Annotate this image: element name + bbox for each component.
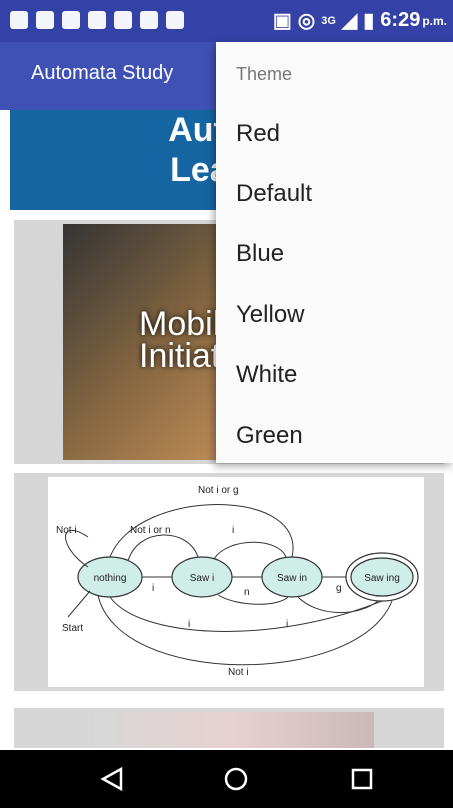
edge-bottom-n-arc (217, 594, 289, 605)
chat-icon (10, 11, 28, 29)
hotspot-icon: ◎ (297, 10, 316, 32)
state-label-saw-in: Saw in (277, 573, 307, 584)
card-automaton-diagram[interactable]: nothing Saw i Saw in Saw ing Not i or g … (14, 473, 444, 691)
edge-label-i-lower: i (188, 619, 190, 630)
edge-label-n: n (244, 587, 250, 598)
edge-label-not-i-bottom: Not i (228, 667, 249, 678)
app-title: Automata Study (31, 62, 174, 84)
back-icon[interactable] (97, 764, 127, 794)
clock-ampm: p.m. (422, 13, 447, 28)
whatsapp-icon (88, 11, 106, 29)
status-bar: ▣ ◎ 3G ◢ ▮ 6:29 p.m. (0, 0, 453, 42)
theme-menu: Theme Red Default Blue Yellow White Gree… (216, 42, 453, 463)
menu-item-blue[interactable]: Blue (236, 240, 284, 268)
edge-label-i-mid: i (152, 583, 154, 594)
mail-icon (166, 11, 184, 29)
signal-icon: ◢ (341, 10, 358, 32)
menu-item-default[interactable]: Default (236, 180, 312, 208)
card-third-image (94, 712, 374, 748)
menu-item-white[interactable]: White (236, 361, 297, 389)
alert-icon (36, 11, 54, 29)
edge-i-arc (213, 541, 287, 560)
emoji-icon (62, 11, 80, 29)
navigation-bar (0, 750, 453, 808)
automaton-diagram: nothing Saw i Saw in Saw ing Not i or g … (48, 477, 424, 687)
edge-label-start: Start (62, 623, 83, 634)
menu-item-red[interactable]: Red (236, 120, 280, 148)
network-type: 3G (321, 14, 336, 27)
state-label-saw-ing: Saw ing (364, 573, 400, 584)
edge-label-not-i-or-n: Not i or n (130, 525, 171, 536)
broom-icon (114, 11, 132, 29)
recents-icon[interactable] (347, 764, 377, 794)
edge-label-not-i-left: Not i (56, 525, 77, 536)
state-label-saw-i: Saw i (190, 573, 214, 584)
edge-label-i-right: i (286, 619, 288, 630)
edge-label-i-top: i (232, 525, 234, 536)
menu-item-yellow[interactable]: Yellow (236, 301, 305, 329)
clock-time: 6:29 (380, 9, 421, 31)
edge-bottom-g-arc (297, 596, 379, 613)
edge-label-not-i-or-g: Not i or g (198, 485, 239, 496)
edge-mid-arc (127, 534, 199, 562)
battery-icon: ▮ (363, 10, 375, 32)
home-icon[interactable] (221, 764, 251, 794)
card-third[interactable] (14, 708, 444, 748)
edge-label-g: g (336, 583, 342, 594)
theme-menu-header: Theme (236, 64, 293, 84)
menu-item-green[interactable]: Green (236, 422, 303, 450)
cast-icon: ▣ (272, 10, 292, 32)
state-label-nothing: nothing (94, 573, 127, 584)
notification-icons (10, 11, 184, 29)
app-icon (140, 11, 158, 29)
edge-outer-arc (97, 594, 393, 666)
edge-start (67, 590, 91, 618)
status-right: ▣ ◎ 3G ◢ ▮ 6:29 p.m. (273, 8, 447, 33)
diagram-svg: nothing Saw i Saw in Saw ing Not i or g … (56, 485, 419, 678)
edge-lower-arc (109, 596, 383, 632)
